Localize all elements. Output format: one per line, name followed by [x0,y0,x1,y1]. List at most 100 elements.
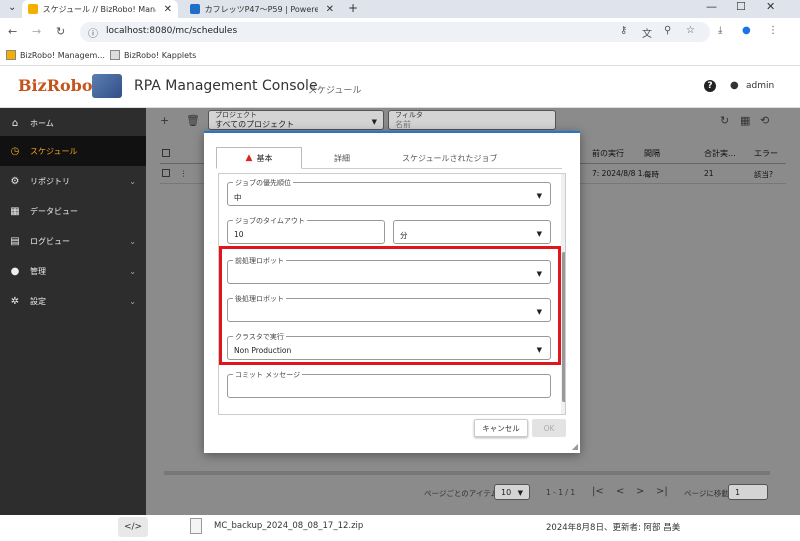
url-field[interactable]: ⓘ localhost:8080/mc/schedules ⚷ 文 ⚲ ☆ [80,22,710,42]
filter-input[interactable]: フィルタ 名前 [388,110,556,130]
bizrobo-logo: BizRobo! [18,76,100,95]
tab-details[interactable]: 詳細 [334,147,350,169]
sidebar-item-home[interactable]: ⌂ ホーム [0,108,146,138]
sidebar-item-label: 管理 [30,266,46,276]
items-per-page-select[interactable]: 10 ▼ [494,484,530,500]
window-close-icon[interactable]: ✕ [766,0,775,13]
bookmark-bizrobo-kapplets[interactable]: BizRobo! Kapplets [110,50,196,60]
cell-interval: 毎時 [644,170,659,179]
scrollbar-thumb[interactable] [562,252,565,402]
home-icon: ⌂ [11,117,19,129]
dropdown-arrow-icon: ▼ [536,270,542,278]
history-icon[interactable]: ⟲ [760,114,769,127]
reload-icon[interactable]: ↻ [56,25,65,38]
add-icon[interactable]: + [160,114,169,127]
tab-label: スケジュールされたジョブ [402,153,498,163]
user-icon[interactable]: ● [730,80,739,91]
key-icon[interactable]: ⚷ [620,25,627,36]
last-page-icon[interactable]: >| [656,486,668,506]
log-icon: ▤ [10,235,20,247]
pre-robot-select[interactable]: 前処理ロボット ▼ [227,256,551,284]
menu-kebab-icon[interactable]: ⋮ [768,25,778,36]
dropdown-arrow-icon: ▼ [371,118,377,126]
user-name[interactable]: admin [746,81,774,91]
cell-total: 21 [704,169,714,178]
sidebar-item-logview[interactable]: ▤ ログビュー ⌄ [0,226,146,256]
app-header: BizRobo! RPA Management Console スケジュール ?… [0,66,800,108]
column-header-error[interactable]: エラー [754,148,778,159]
sidebar-item-repository[interactable]: ⚙ リポジトリ ⌄ [0,166,146,196]
download-meta: 2024年8月8日、更新者: 阿部 昌美 [546,523,681,533]
tab-basic[interactable]: ▲ 基本 [216,147,302,169]
schedule-edit-dialog: ▲ 基本 詳細 スケジュールされたジョブ ジョブの優先順位 中 ▼ ジョブのタイ… [204,131,580,453]
sidebar: ⌂ ホーム ◷ スケジュール ⚙ リポジトリ ⌄ ▦ データビュー ▤ ログビュ… [0,108,146,515]
items-per-page-value: 10 [501,488,512,497]
job-priority-select[interactable]: ジョブの優先順位 中 ▼ [227,178,551,206]
bookmarks-bar: BizRobo! Managem... BizRobo! Kapplets [0,46,800,66]
horizontal-scrollbar[interactable] [164,471,770,475]
job-timeout-input[interactable]: ジョブのタイムアウト 10 [227,216,385,244]
delete-icon[interactable]: 🗑 [186,114,200,127]
person-icon: ● [10,265,20,277]
timeout-unit-select[interactable]: 分 ▼ [393,220,551,244]
columns-icon[interactable]: ▦ [740,114,750,127]
ok-button[interactable]: OK [532,419,566,437]
chevron-down-icon: ⌄ [129,236,136,246]
download-filename[interactable]: MC_backup_2024_08_08_17_12.zip [214,521,363,531]
dropdown-arrow-icon: ▼ [536,230,542,238]
new-tab-button[interactable]: + [348,1,358,15]
commit-message-input[interactable]: コミット メッセージ [227,370,551,398]
sidebar-item-label: データビュー [30,206,78,216]
forward-arrow-icon[interactable]: → [32,25,41,38]
dialog-vertical-scrollbar[interactable] [561,174,565,414]
post-robot-select[interactable]: 後処理ロボット ▼ [227,294,551,322]
tab-scheduled-jobs[interactable]: スケジュールされたジョブ [402,147,497,169]
sidebar-item-settings[interactable]: ✲ 設定 ⌄ [0,286,146,316]
site-info-icon[interactable]: ⓘ [88,25,98,40]
download-icon[interactable]: ⤓ [718,25,722,36]
cancel-button[interactable]: キャンセル [474,419,528,437]
goto-page-label: ページに移動 [684,489,729,498]
column-header-total[interactable]: 合計実... [704,148,736,159]
goto-page-input[interactable]: 1 [728,484,768,500]
robot-logo-icon [92,74,122,98]
first-page-icon[interactable]: |< [592,486,604,506]
help-icon[interactable]: ? [704,80,716,92]
dialog-tabs: ▲ 基本 詳細 スケジュールされたジョブ [216,147,562,169]
browser-tab-schedules[interactable]: スケジュール // BizRobo! Manage ✕ [22,0,178,18]
tab-list-chevron-icon[interactable]: ⌄ [8,2,16,13]
back-arrow-icon[interactable]: ← [8,25,17,38]
row-checkbox[interactable] [162,169,170,177]
select-all-checkbox[interactable] [162,149,170,157]
profile-icon[interactable]: ● [742,25,751,36]
bizrobo-favicon-icon [28,4,38,14]
dropdown-arrow-icon: ▼ [536,308,542,316]
prev-page-icon[interactable]: < [616,486,624,506]
dropdown-arrow-icon: ▼ [517,489,523,497]
zoom-icon[interactable]: ⚲ [664,25,671,36]
browser-tab-kapplets[interactable]: カフレッツP47～P59 | Powered by ✕ [184,0,340,18]
column-header-interval[interactable]: 間隔 [644,148,660,159]
close-tab-icon[interactable]: ✕ [326,4,334,15]
timeout-unit-value: 分 [400,231,408,240]
row-menu-icon[interactable]: ⋮ [180,169,188,178]
cluster-select[interactable]: クラスタで実行 Non Production ▼ [227,332,551,360]
items-per-page-label: ページごとのアイテム [424,489,499,498]
resize-handle-icon[interactable]: ◢ [572,442,578,451]
cluster-value: Non Production [234,346,292,355]
bookmark-bizrobo-management[interactable]: BizRobo! Managem... [6,50,105,60]
close-tab-icon[interactable]: ✕ [164,4,172,15]
cluster-label: クラスタで実行 [233,332,286,342]
refresh-icon[interactable]: ↻ [720,114,729,127]
translate-icon[interactable]: 文 [642,25,652,40]
sidebar-item-dataview[interactable]: ▦ データビュー [0,196,146,226]
sidebar-item-schedule[interactable]: ◷ スケジュール [0,136,146,166]
maximize-icon[interactable]: ☐ [736,0,746,13]
next-page-icon[interactable]: > [636,486,644,506]
bookmark-star-icon[interactable]: ☆ [686,25,695,36]
code-icon[interactable]: </> [118,517,148,537]
column-header-prev-run[interactable]: 前の実行 [592,148,624,159]
project-select[interactable]: プロジェクト すべてのプロジェクト ▼ [208,110,384,130]
minimize-icon[interactable]: — [706,0,717,13]
sidebar-item-admin[interactable]: ● 管理 ⌄ [0,256,146,286]
